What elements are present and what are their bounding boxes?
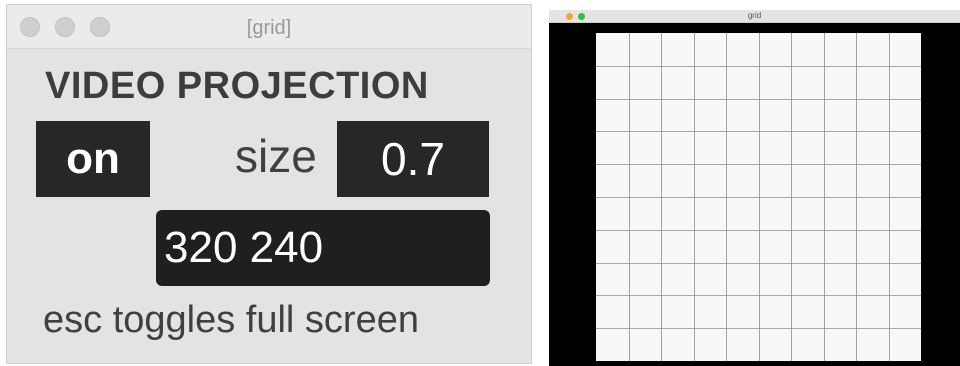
grid-lines bbox=[596, 33, 921, 361]
size-label: size bbox=[235, 130, 317, 182]
projection-toggle-button[interactable]: on bbox=[36, 121, 150, 197]
projection-title-bar: grid bbox=[549, 10, 960, 23]
projection-window: grid bbox=[549, 10, 960, 366]
patcher-window: [grid] VIDEO PROJECTION on size 0.7 320 … bbox=[6, 4, 532, 364]
projection-window-title: grid bbox=[747, 11, 762, 20]
size-number-box[interactable]: 0.7 bbox=[337, 121, 489, 197]
grid-canvas bbox=[596, 33, 921, 361]
panel-heading: VIDEO PROJECTION bbox=[45, 65, 429, 107]
hint-text: esc toggles full screen bbox=[43, 299, 419, 341]
dimensions-message-box[interactable]: 320 240 bbox=[156, 210, 490, 286]
window-title: [grid] bbox=[246, 17, 292, 39]
title-bar: [grid] bbox=[7, 5, 531, 49]
